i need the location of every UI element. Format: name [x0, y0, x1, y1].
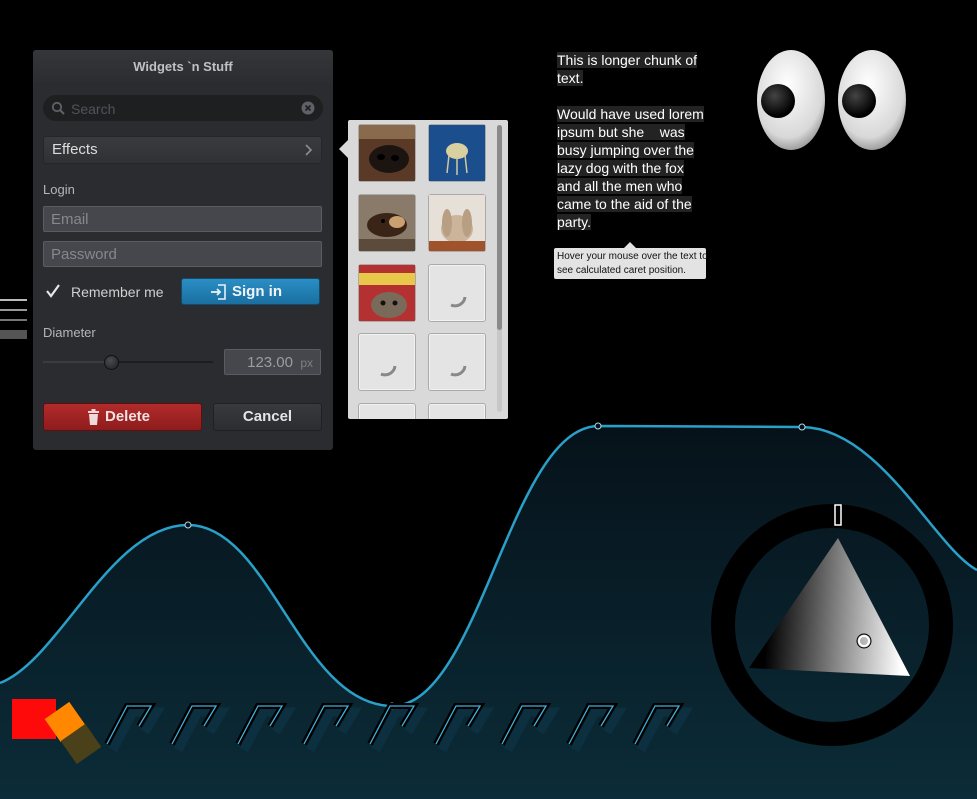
thumbnail-dog-nose[interactable] [358, 124, 416, 182]
slider-fill [43, 361, 111, 363]
left-edge-bars [0, 299, 27, 339]
spinner-icon [450, 365, 467, 377]
sign-in-label: Sign in [232, 283, 282, 300]
diameter-label: Diameter [43, 325, 96, 340]
search-input[interactable] [69, 98, 293, 120]
remember-me-label: Remember me [71, 284, 164, 300]
thumbnail-loading[interactable] [358, 333, 416, 391]
effects-button[interactable]: Effects [43, 136, 322, 164]
eyes [757, 50, 906, 150]
thumbnail-loading[interactable] [428, 264, 486, 322]
delete-button[interactable]: Delete [43, 403, 202, 431]
tooltip-line: see calculated caret position. [557, 265, 686, 276]
cancel-button[interactable]: Cancel [213, 403, 322, 431]
diameter-unit: px [300, 356, 313, 370]
popup-arrow [339, 140, 348, 158]
text-line: ipsum but she was [557, 124, 685, 140]
text-line: lazy dog with the fox [557, 160, 684, 176]
thumbnail-loading[interactable] [428, 403, 486, 419]
text-line: text. [557, 70, 584, 86]
thumbnail-loading[interactable] [428, 333, 486, 391]
text-line: This is longer chunk of [557, 52, 698, 68]
graph-point[interactable] [798, 423, 806, 431]
diameter-slider[interactable] [43, 355, 213, 370]
graph-point[interactable] [184, 521, 192, 529]
image-popup [348, 120, 508, 419]
chevron-right-icon [305, 144, 313, 156]
text-line: busy jumping over the [557, 142, 694, 158]
trash-icon [88, 409, 99, 425]
thumbnail-jellyfish[interactable] [428, 124, 486, 182]
diameter-value-box[interactable]: 123.00 px [224, 349, 321, 375]
login-label: Login [43, 182, 75, 197]
text-line: and all the men who [557, 178, 683, 194]
password-field[interactable] [43, 241, 322, 267]
search-icon [51, 101, 65, 115]
login-icon [211, 284, 226, 300]
diameter-value: 123.00 [247, 354, 293, 371]
text-line: party. [557, 214, 591, 230]
check-icon[interactable] [45, 283, 61, 299]
tooltip-line: Hover your mouse over the text to [557, 251, 708, 262]
thumbnail-kitten[interactable] [358, 264, 416, 322]
email-input[interactable] [44, 207, 321, 231]
thumbnail-loading[interactable] [358, 403, 416, 419]
caret-tooltip: Hover your mouse over the text to see ca… [554, 242, 708, 279]
clear-icon[interactable] [301, 101, 315, 115]
password-input[interactable] [44, 242, 321, 266]
thumbnail-animal-cub[interactable] [358, 194, 416, 252]
text-line: came to the aid of the [557, 196, 692, 212]
effects-label: Effects [52, 141, 98, 158]
popup-scrollbar[interactable] [497, 125, 502, 412]
delete-label: Delete [105, 408, 151, 425]
thumbnail-rabbit[interactable] [428, 194, 486, 252]
scrollbar-thumb[interactable] [497, 125, 502, 330]
spinner-icon [450, 296, 467, 308]
text-line [557, 87, 707, 105]
search-box[interactable] [43, 95, 323, 121]
spinner-icon [380, 365, 397, 377]
text-paragraph[interactable]: This is longer chunk of text. Would have… [557, 51, 707, 231]
graph-point[interactable] [594, 422, 602, 430]
sign-in-button[interactable]: Sign in [181, 278, 320, 305]
slider-knob[interactable] [104, 355, 119, 370]
email-field[interactable] [43, 206, 322, 232]
text-line: Would have used lorem [557, 106, 704, 122]
window-title[interactable]: Widgets `n Stuff [33, 50, 333, 83]
widgets-window: Widgets `n Stuff Effects Login Remember … [33, 50, 333, 450]
